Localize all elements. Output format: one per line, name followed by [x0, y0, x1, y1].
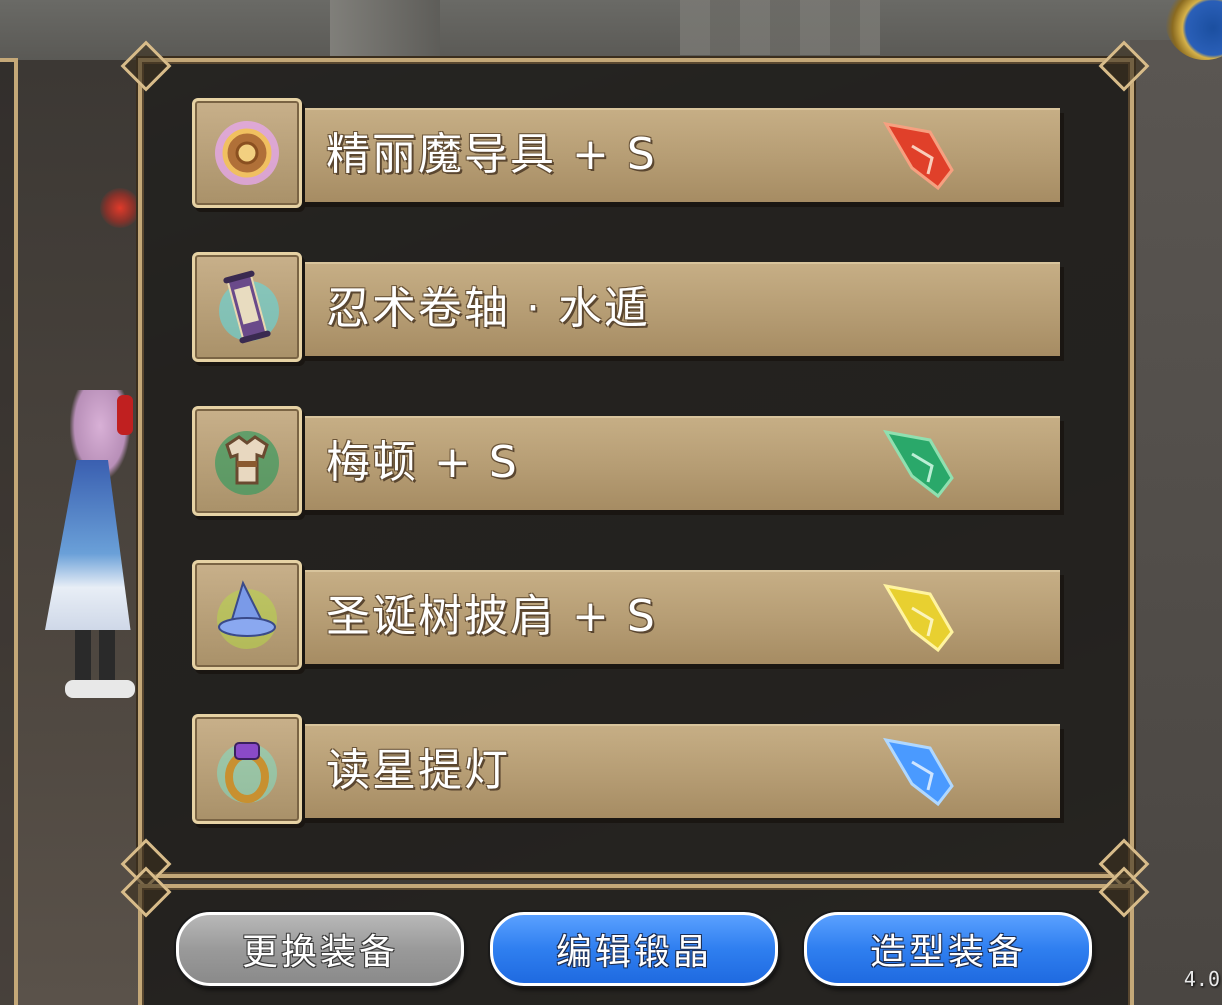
blue-crystal-icon — [883, 737, 954, 807]
item-name: 忍术卷轴 · 水遁 — [326, 283, 650, 334]
item-icon-box[interactable] — [192, 714, 302, 824]
background-wall — [0, 0, 1222, 60]
change-equipment-button[interactable]: 更换装备 — [176, 912, 464, 986]
background-stone — [680, 0, 880, 55]
style-equipment-button[interactable]: 造型装备 — [804, 912, 1092, 986]
orb-accessory-icon — [215, 121, 279, 185]
armor-shirt-icon — [215, 431, 279, 495]
item-name: 读星提灯 — [326, 745, 510, 796]
edit-crystals-button[interactable]: 编辑锻晶 — [490, 912, 778, 986]
equipment-slot-2[interactable]: 忍术卷轴 · 水遁 — [192, 252, 1072, 364]
yellow-crystal-icon — [883, 583, 954, 653]
background-pillar — [330, 0, 440, 60]
item-name: 圣诞树披肩 + S — [326, 591, 657, 642]
equipment-slot-5[interactable]: 读星提灯 — [192, 714, 1072, 826]
left-panel-frame — [0, 58, 18, 1005]
green-crystal-icon — [883, 429, 954, 499]
item-icon-box[interactable] — [192, 406, 302, 516]
item-name: 梅顿 + S — [326, 437, 519, 488]
witch-hat-icon — [217, 580, 277, 649]
item-icon-box[interactable] — [192, 252, 302, 362]
item-name: 精丽魔导具 + S — [326, 129, 657, 180]
player-character — [35, 390, 145, 710]
version-label: 4.0 — [1183, 967, 1220, 991]
item-icon-box[interactable] — [192, 98, 302, 208]
red-crystal-icon — [883, 121, 954, 191]
item-icon-box[interactable] — [192, 560, 302, 670]
ring-icon — [217, 742, 277, 803]
game-screen: 精丽魔导具 + S 忍术卷轴 · 水遁 梅顿 + S 圣诞树披肩 + S 读星提… — [0, 0, 1222, 1005]
equipment-slot-1[interactable]: 精丽魔导具 + S — [192, 98, 1072, 210]
equipment-slot-4[interactable]: 圣诞树披肩 + S — [192, 560, 1072, 672]
scroll-icon — [219, 270, 279, 344]
equipment-slot-3[interactable]: 梅顿 + S — [192, 406, 1072, 518]
red-light-glow — [100, 188, 140, 228]
